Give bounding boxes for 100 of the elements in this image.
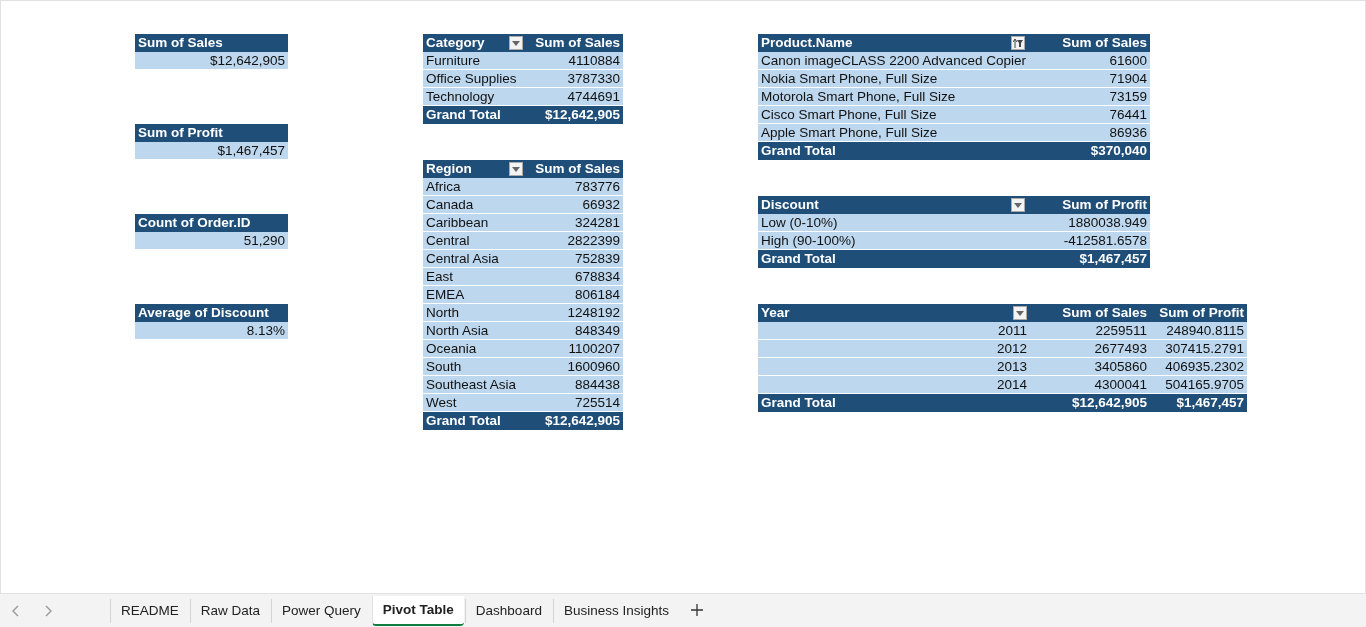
row-label: Cisco Smart Phone, Full Size bbox=[758, 106, 1028, 124]
row-label: High (90-100%) bbox=[758, 232, 1028, 250]
dropdown-button[interactable] bbox=[509, 162, 523, 176]
sort-funnel-icon bbox=[1013, 38, 1023, 48]
row-label: 2011 bbox=[758, 322, 1030, 340]
sort-filter-button[interactable] bbox=[1011, 36, 1025, 50]
table-cell: 76441 bbox=[1028, 106, 1150, 124]
table-cell: 678834 bbox=[526, 268, 623, 286]
row-label: 2012 bbox=[758, 340, 1030, 358]
caret-icon bbox=[1016, 310, 1024, 316]
table-cell: 783776 bbox=[526, 178, 623, 196]
row-label: Africa bbox=[423, 178, 526, 196]
grand-total-label: Grand Total bbox=[758, 250, 1028, 268]
table-cell: 1248192 bbox=[526, 304, 623, 322]
row-label: South bbox=[423, 358, 526, 376]
table-cell: 1100207 bbox=[526, 340, 623, 358]
sheet-tab[interactable]: Power Query bbox=[271, 598, 371, 623]
dropdown-button[interactable] bbox=[509, 36, 523, 50]
row-label: Low (0-10%) bbox=[758, 214, 1028, 232]
column-header: Sum of Sales bbox=[1030, 304, 1150, 322]
grand-total-value: $12,642,905 bbox=[526, 106, 623, 124]
column-header: Discount bbox=[761, 196, 819, 214]
column-header: Category bbox=[426, 34, 485, 52]
sheet-tab[interactable]: Dashboard bbox=[464, 598, 552, 623]
grand-total-label: Grand Total bbox=[423, 106, 526, 124]
plus-icon bbox=[690, 604, 703, 617]
table-cell: 3405860 bbox=[1030, 358, 1150, 376]
grand-total-value: $12,642,905 bbox=[526, 412, 623, 430]
row-label: Canada bbox=[423, 196, 526, 214]
table-cell: 1600960 bbox=[526, 358, 623, 376]
column-header: Sum of Profit bbox=[135, 124, 288, 142]
dropdown-button[interactable] bbox=[1011, 198, 1025, 212]
table-cell: 2677493 bbox=[1030, 340, 1150, 358]
table-cell: 1880038.949 bbox=[1028, 214, 1150, 232]
grand-total-value: $1,467,457 bbox=[1150, 394, 1247, 412]
row-label: West bbox=[423, 394, 526, 412]
grand-total-label: Grand Total bbox=[423, 412, 526, 430]
table-cell: 406935.2302 bbox=[1150, 358, 1247, 376]
table-cell: 51,290 bbox=[135, 232, 288, 250]
table-cell: 504165.9705 bbox=[1150, 376, 1247, 394]
grand-total-label: Grand Total bbox=[758, 394, 1030, 412]
row-label: North bbox=[423, 304, 526, 322]
row-label: 2014 bbox=[758, 376, 1030, 394]
column-header: Count of Order.ID bbox=[135, 214, 288, 232]
sheet-tab[interactable]: Pivot Table bbox=[371, 595, 464, 626]
column-header: Region bbox=[426, 160, 472, 178]
row-label: North Asia bbox=[423, 322, 526, 340]
table-cell: -412581.6578 bbox=[1028, 232, 1150, 250]
table-cell: 848349 bbox=[526, 322, 623, 340]
table-cell: 248940.8115 bbox=[1150, 322, 1247, 340]
row-label: Caribbean bbox=[423, 214, 526, 232]
column-header: Sum of Sales bbox=[526, 34, 623, 52]
dropdown-button[interactable] bbox=[1013, 306, 1027, 320]
column-header: Year bbox=[761, 304, 790, 322]
table-cell: 725514 bbox=[526, 394, 623, 412]
table-cell: 307415.2791 bbox=[1150, 340, 1247, 358]
table-cell: $12,642,905 bbox=[135, 52, 288, 70]
table-cell: 752839 bbox=[526, 250, 623, 268]
table-cell: 61600 bbox=[1028, 52, 1150, 70]
table-cell: 71904 bbox=[1028, 70, 1150, 88]
table-cell: 86936 bbox=[1028, 124, 1150, 142]
row-label: Central bbox=[423, 232, 526, 250]
table-cell: 8.13% bbox=[135, 322, 288, 340]
column-header: Sum of Sales bbox=[1028, 34, 1150, 52]
table-cell: 884438 bbox=[526, 376, 623, 394]
row-label: Office Supplies bbox=[423, 70, 526, 88]
column-header: Sum of Profit bbox=[1150, 304, 1247, 322]
row-label: Central Asia bbox=[423, 250, 526, 268]
table-cell: 73159 bbox=[1028, 88, 1150, 106]
table-cell: 4300041 bbox=[1030, 376, 1150, 394]
column-header: Sum of Profit bbox=[1028, 196, 1150, 214]
caret-icon bbox=[512, 40, 520, 46]
row-label: Oceania bbox=[423, 340, 526, 358]
sheet-tab[interactable]: README bbox=[110, 598, 189, 623]
table-cell: 324281 bbox=[526, 214, 623, 232]
table-cell: 3787330 bbox=[526, 70, 623, 88]
caret-icon bbox=[1014, 202, 1022, 208]
caret-icon bbox=[512, 166, 520, 172]
row-label: Furniture bbox=[423, 52, 526, 70]
table-cell: 66932 bbox=[526, 196, 623, 214]
grand-total-value: $370,040 bbox=[1028, 142, 1150, 160]
grand-total-value: $1,467,457 bbox=[1028, 250, 1150, 268]
sheet-tab[interactable]: Raw Data bbox=[189, 598, 271, 623]
sheet-tab[interactable]: Business Insights bbox=[552, 598, 679, 623]
column-header: Product.Name bbox=[761, 34, 853, 52]
row-label: Technology bbox=[423, 88, 526, 106]
column-header: Sum of Sales bbox=[526, 160, 623, 178]
table-cell: 4744691 bbox=[526, 88, 623, 106]
grand-total-value: $12,642,905 bbox=[1030, 394, 1150, 412]
table-cell: 806184 bbox=[526, 286, 623, 304]
table-cell: $1,467,457 bbox=[135, 142, 288, 160]
row-label: Canon imageCLASS 2200 Advanced Copier bbox=[758, 52, 1028, 70]
column-header: Sum of Sales bbox=[135, 34, 288, 52]
table-cell: 4110884 bbox=[526, 52, 623, 70]
table-cell: 2822399 bbox=[526, 232, 623, 250]
row-label: Nokia Smart Phone, Full Size bbox=[758, 70, 1028, 88]
row-label: EMEA bbox=[423, 286, 526, 304]
column-header: Average of Discount bbox=[135, 304, 288, 322]
row-label: East bbox=[423, 268, 526, 286]
row-label: Motorola Smart Phone, Full Size bbox=[758, 88, 1028, 106]
